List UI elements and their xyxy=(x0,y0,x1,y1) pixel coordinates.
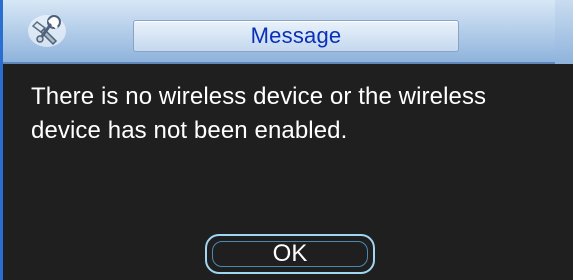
dialog-title-field: Message xyxy=(133,20,459,52)
ok-button-label: OK xyxy=(272,240,308,267)
dialog-title: Message xyxy=(250,23,342,48)
ok-button[interactable]: OK xyxy=(205,234,375,274)
tools-icon xyxy=(28,15,66,47)
dialog-message: There is no wireless device or the wirel… xyxy=(31,83,487,144)
message-dialog: Message There is no wireless device or t… xyxy=(0,0,573,280)
dialog-titlebar: Message xyxy=(3,0,573,64)
titlebar-right-edge xyxy=(555,0,573,64)
